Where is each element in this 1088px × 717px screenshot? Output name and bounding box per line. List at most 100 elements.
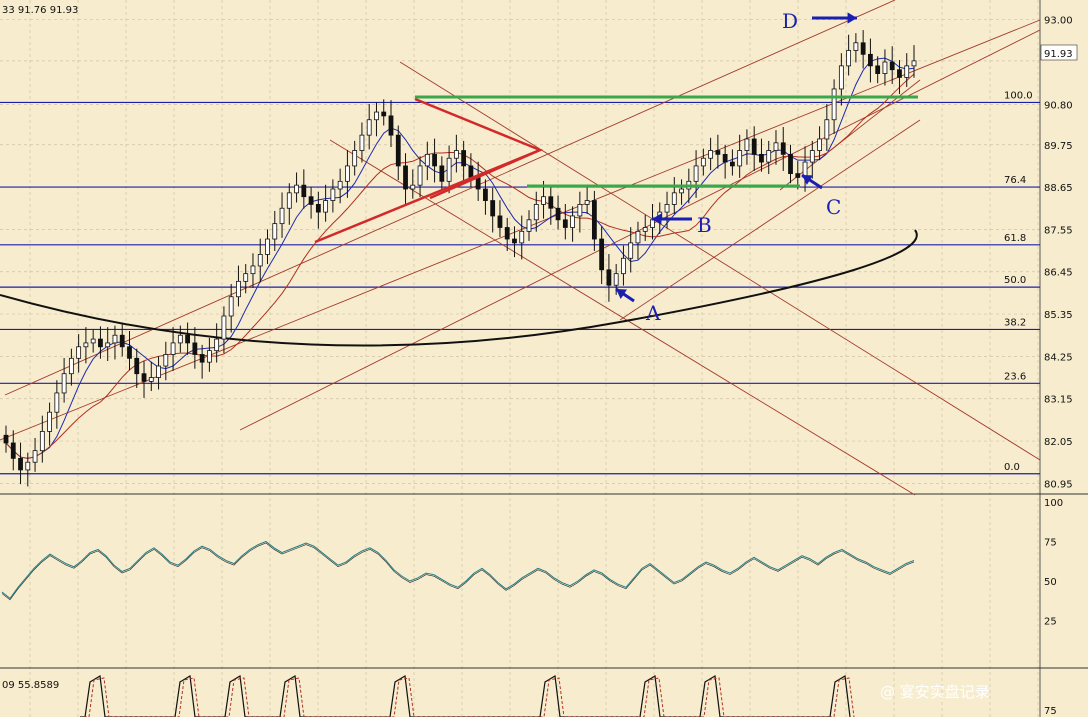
candle-body (846, 50, 852, 67)
trend-line (4, 0, 896, 396)
candle-body (562, 219, 568, 228)
candle-body (163, 354, 169, 367)
price-tick-label: 90.80 (1044, 100, 1073, 111)
annotation-arrows (615, 12, 857, 303)
candle-body (860, 42, 866, 55)
candle-body (519, 230, 525, 244)
ma-mid-line (5, 73, 915, 459)
candle-body (54, 392, 60, 413)
candle-body (32, 450, 38, 463)
candle-body (25, 461, 31, 471)
candle-body (737, 150, 743, 167)
candle-body (228, 296, 234, 317)
candle-body (780, 142, 786, 155)
label-B: B (697, 213, 712, 237)
candle-body (693, 165, 699, 182)
candle-body (504, 227, 510, 240)
candle-body (185, 334, 191, 344)
candle-body (68, 357, 74, 375)
candle-body (308, 196, 314, 205)
candle-body (715, 150, 721, 155)
lower-panel-text: 09 55.8589 (2, 680, 59, 691)
label-D: D (782, 9, 798, 33)
osc-line (1, 540, 915, 600)
candle-body (90, 338, 96, 344)
candle-body (446, 157, 452, 182)
candle-body (526, 219, 532, 232)
candle-body (265, 238, 270, 255)
candle-body (475, 177, 481, 190)
price-tick-label: 84.25 (1044, 352, 1073, 363)
fib-label: 61.8 (1004, 233, 1026, 244)
candle-body (148, 377, 154, 382)
candle-body (105, 342, 111, 348)
candle-body (490, 200, 496, 217)
osc-tick-label: 25 (1044, 617, 1057, 628)
price-tick-label: 87.55 (1044, 225, 1073, 236)
candle-body (98, 338, 103, 348)
oscillator-panel: 100 75 50 25 (1, 498, 1063, 628)
chart-svg: 100.0 76.4 61.8 50.0 38.2 23.6 0.0 93.00 90.80 8… (0, 0, 1088, 717)
candle-body (156, 365, 161, 378)
candle-body (809, 150, 815, 163)
candle-body (141, 373, 147, 382)
candle-body (206, 350, 212, 363)
chart-root: 100.0 76.4 61.8 50.0 38.2 23.6 0.0 93.00 90.80 8… (0, 0, 1088, 717)
candle-body (323, 200, 329, 213)
candle-body (722, 153, 728, 163)
candle-body (613, 273, 619, 286)
candle-body (236, 280, 241, 298)
price-axis: 93.00 90.80 89.75 88.65 87.55 86.45 85.35 84.25… (1044, 16, 1073, 491)
lower-tick-label: 75 (1044, 706, 1057, 717)
candle-body (286, 192, 292, 209)
price-tick-label: 85.35 (1044, 310, 1073, 321)
candlesticks (3, 30, 917, 487)
candle-body (439, 165, 445, 182)
candle-body (584, 200, 590, 205)
candle-body (214, 338, 220, 352)
trend-line (329, 139, 916, 496)
candle-body (512, 238, 517, 244)
candle-body (301, 184, 307, 198)
candle-body (577, 203, 583, 217)
price-tick-label: 86.45 (1044, 268, 1073, 279)
grid-lines (0, 0, 1088, 717)
candle-body (591, 200, 597, 240)
candle-body (250, 265, 256, 275)
candle-body (635, 230, 641, 244)
candle-body (831, 88, 837, 121)
fibonacci-levels: 100.0 76.4 61.8 50.0 38.2 23.6 0.0 (0, 90, 1040, 475)
candle-body (432, 153, 437, 167)
candle-body (621, 257, 626, 275)
fib-label: 38.2 (1004, 317, 1026, 328)
candle-body (61, 373, 67, 394)
candle-body (671, 192, 677, 205)
candle-body (483, 188, 488, 201)
candle-body (700, 157, 706, 167)
candle-body (628, 242, 634, 259)
price-tick-label: 80.95 (1044, 479, 1073, 490)
candle-body (294, 184, 299, 194)
candle-body (541, 196, 546, 205)
trend-line (239, 29, 1041, 431)
watermark: @ 宴安实盘记录 (880, 683, 990, 701)
label-A: A (645, 301, 661, 325)
candle-body (759, 153, 764, 163)
candle-body (112, 334, 118, 344)
candle-body (679, 188, 684, 194)
candle-body (10, 442, 16, 459)
candle-body (177, 334, 183, 344)
price-tick-label: 89.75 (1044, 141, 1073, 152)
moving-averages (0, 57, 918, 459)
candle-body (911, 60, 917, 67)
candle-body (889, 61, 895, 71)
ma-long-line (0, 229, 918, 347)
candle-body (417, 165, 423, 186)
osc-tick-label: 100 (1044, 498, 1063, 509)
candle-body (838, 65, 844, 90)
candle-body (243, 273, 249, 282)
candle-body (395, 134, 401, 167)
candle-body (824, 119, 830, 140)
candle-body (381, 111, 387, 117)
candle-body (388, 115, 394, 136)
